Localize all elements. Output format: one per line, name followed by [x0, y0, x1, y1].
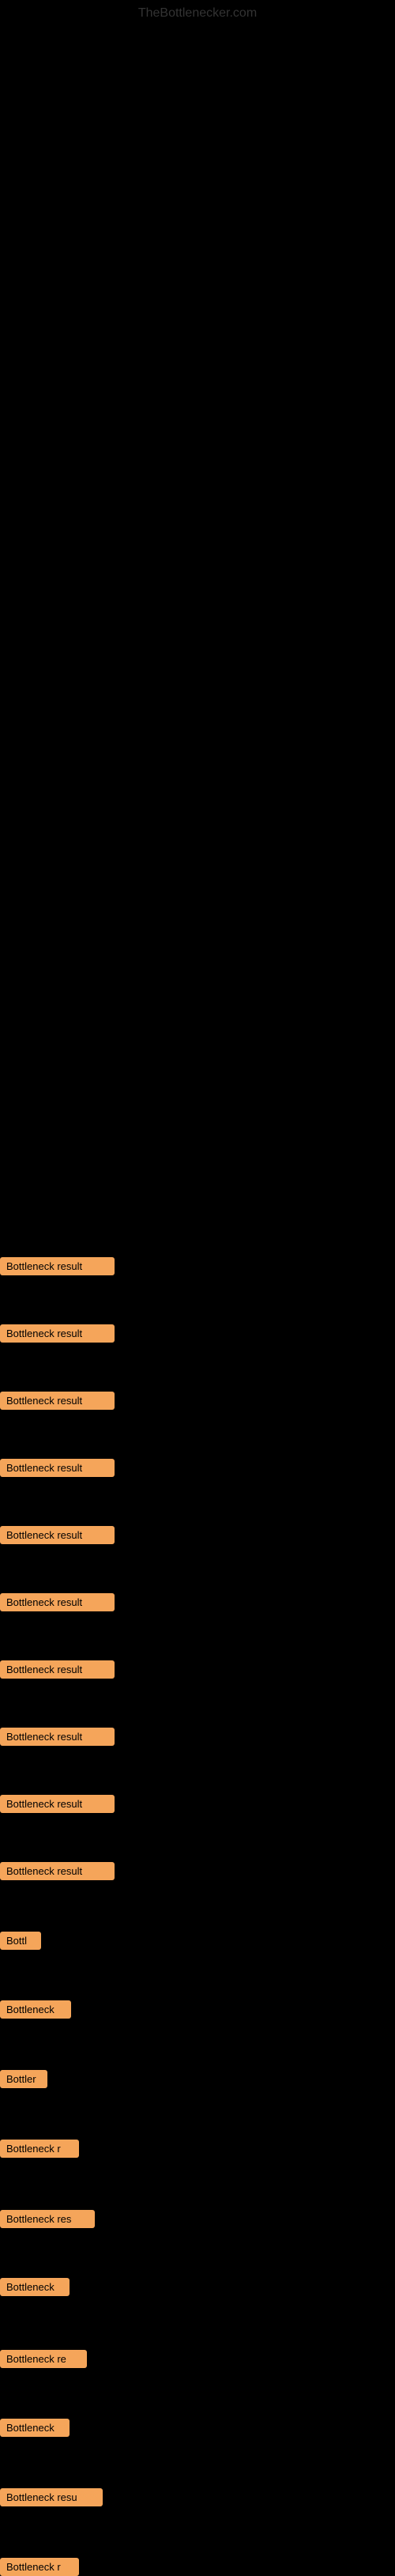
bottleneck-result-item[interactable]: Bottleneck [0, 2419, 70, 2437]
bottleneck-result-item[interactable]: Bottleneck result [0, 1660, 115, 1679]
bottleneck-result-item[interactable]: Bottleneck [0, 2000, 71, 2019]
bottleneck-result-item[interactable]: Bottler [0, 2070, 47, 2088]
bottleneck-result-item[interactable]: Bottleneck result [0, 1728, 115, 1746]
bottleneck-result-item[interactable]: Bottleneck result [0, 1795, 115, 1813]
bottleneck-result-item[interactable]: Bottleneck result [0, 1392, 115, 1410]
bottleneck-result-item[interactable]: Bottleneck result [0, 1324, 115, 1343]
bottleneck-result-item[interactable]: Bottleneck result [0, 1593, 115, 1611]
bottleneck-result-item[interactable]: Bottleneck [0, 2278, 70, 2296]
bottleneck-result-item[interactable]: Bottleneck result [0, 1862, 115, 1880]
bottleneck-result-item[interactable]: Bottleneck result [0, 1526, 115, 1544]
bottleneck-result-item[interactable]: Bottleneck result [0, 1257, 115, 1275]
site-title: TheBottlenecker.com [0, 0, 395, 21]
bottleneck-result-item[interactable]: Bottleneck re [0, 2350, 87, 2368]
bottleneck-result-item[interactable]: Bottleneck res [0, 2210, 95, 2228]
bottleneck-result-item[interactable]: Bottleneck r [0, 2140, 79, 2158]
bottleneck-result-item[interactable]: Bottleneck resu [0, 2488, 103, 2506]
bottleneck-result-item[interactable]: Bottleneck result [0, 1459, 115, 1477]
bottleneck-result-item[interactable]: Bottleneck r [0, 2558, 79, 2576]
bottleneck-result-item[interactable]: Bottl [0, 1932, 41, 1950]
